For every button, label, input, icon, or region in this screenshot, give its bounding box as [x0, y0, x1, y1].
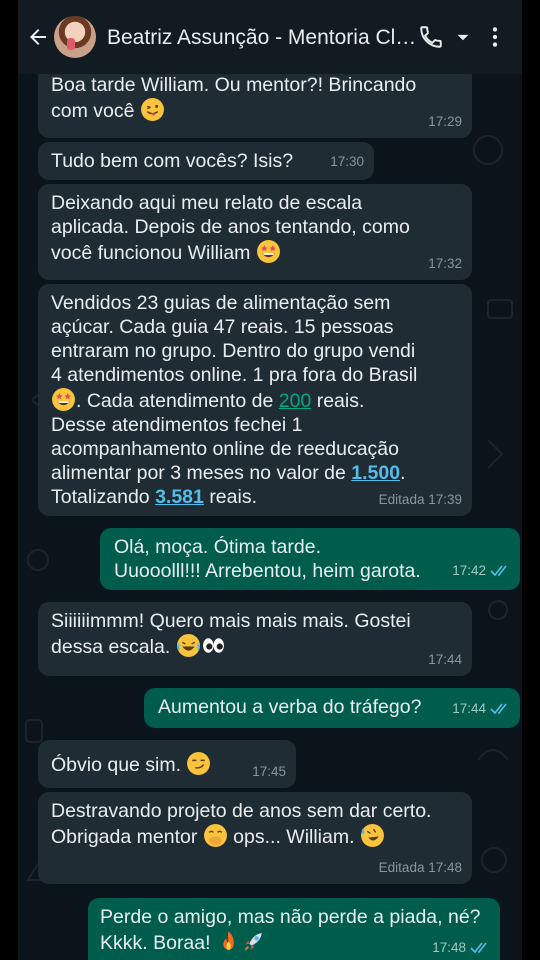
laughing-tears-emoji-icon [176, 634, 200, 657]
message-time: 17:48 [432, 940, 466, 955]
message-time: Editada 17:48 [378, 860, 462, 875]
message-incoming[interactable]: Vendidos 23 guias de alimentação sem açú… [38, 284, 472, 516]
message-text: açúcar. Cada guia 47 reais. 15 pessoas [51, 316, 394, 338]
message-text: Uuooolll!!! Arrebentou, heim garota. [114, 560, 421, 582]
message-text: Totalizando [51, 486, 150, 508]
message-text: Siiiiiimmm! Quero mais mais mais. Gostei [51, 610, 411, 632]
message-incoming[interactable]: Tudo bem com vocês? Isis? 17:30 [38, 142, 374, 180]
double-check-icon [470, 942, 487, 954]
message-text: Vendidos 23 guias de alimentação sem [51, 292, 391, 314]
number-link[interactable]: 1.500 [351, 462, 400, 484]
message-text: Destravando projeto de anos sem dar cert… [51, 800, 432, 822]
message-text: Tudo bem com vocês? Isis? [51, 150, 294, 172]
message-incoming[interactable]: Deixando aqui meu relato de escala aplic… [38, 184, 472, 280]
message-text: dessa escala. [51, 636, 171, 658]
message-time: 17:42 [452, 563, 486, 578]
message-text: entraram no grupo. Dentro do grupo vendi [51, 340, 416, 362]
star-struck-emoji-icon [256, 240, 280, 263]
message-time: 17:32 [428, 256, 462, 271]
message-incoming[interactable]: Óbvio que sim. 17:45 [38, 740, 296, 788]
message-outgoing[interactable]: Olá, moça. Ótima tarde. Uuooolll!!! Arre… [100, 528, 520, 590]
message-text: 4 atendimentos online. 1 pra fora do Bra… [51, 364, 418, 386]
hand-over-mouth-emoji-icon [203, 824, 227, 847]
message-time: 17:44 [452, 701, 486, 716]
eyes-emoji-icon [202, 638, 224, 653]
double-check-icon [490, 703, 507, 715]
message-time: Editada 17:39 [378, 492, 462, 507]
message-time: 17:30 [330, 154, 364, 169]
message-text: Óbvio que sim. [51, 754, 182, 776]
message-text: Deixando aqui meu relato de escala [51, 192, 363, 214]
tongue-wink-emoji-icon [140, 98, 164, 121]
message-outgoing[interactable]: Perde o amigo, mas não perde a piada, né… [88, 898, 500, 960]
message-text: . [400, 462, 406, 484]
message-text: Boa tarde William. Ou mentor?! Brincando [51, 74, 417, 96]
message-incoming[interactable]: Boa tarde William. Ou mentor?! Brincando… [38, 66, 472, 138]
message-text: alimentar por 3 meses no valor de [51, 462, 346, 484]
message-text: Kkkk. Boraa! [100, 932, 211, 954]
message-text: você funcionou William [51, 242, 251, 264]
number-link[interactable]: 200 [279, 390, 312, 412]
contact-name[interactable]: Beatriz Assunção - Mentoria Cli... [107, 26, 417, 50]
rocket-emoji-icon [244, 933, 262, 951]
message-text: Desse atendimentos fechei 1 [51, 414, 303, 436]
message-text: . Cada atendimento de [76, 390, 274, 412]
message-time: 17:44 [428, 652, 462, 667]
message-outgoing[interactable]: Aumentou a verba do tráfego? 17:44 [144, 688, 520, 728]
message-text: Obrigada mentor [51, 826, 198, 848]
chat-header: Beatriz Assunção - Mentoria Cli... [18, 0, 522, 74]
message-text: Olá, moça. Ótima tarde. [114, 536, 321, 558]
message-incoming[interactable]: Siiiiiimmm! Quero mais mais mais. Gostei… [38, 602, 472, 676]
more-vertical-icon[interactable] [482, 24, 508, 50]
message-text: reais. [209, 486, 257, 508]
star-struck-emoji-icon [52, 388, 75, 411]
phone-icon[interactable] [418, 24, 444, 50]
chat-screen: Beatriz Assunção - Mentoria Cli... Boa t… [18, 0, 522, 960]
message-text: ops... William. [233, 826, 355, 848]
message-incoming[interactable]: Destravando projeto de anos sem dar cert… [38, 792, 472, 884]
message-time: 17:45 [252, 764, 286, 779]
smirk-emoji-icon [187, 752, 211, 775]
contact-avatar[interactable] [54, 16, 96, 58]
message-text: Perde o amigo, mas não perde a piada, né… [100, 906, 481, 928]
dropdown-arrow-icon[interactable] [450, 24, 476, 50]
number-link[interactable]: 3.581 [155, 486, 204, 508]
message-time: 17:29 [428, 114, 462, 129]
double-check-icon [490, 565, 507, 577]
message-text: acompanhamento online de reeducação [51, 438, 400, 460]
message-text: com você [51, 100, 135, 122]
rolling-laughing-emoji-icon [360, 824, 384, 847]
message-text: reais. [316, 390, 365, 412]
message-text: aplicada. Depois de anos tentando, como [51, 216, 410, 238]
fire-emoji-icon [223, 931, 234, 950]
back-arrow-icon[interactable] [26, 25, 50, 49]
